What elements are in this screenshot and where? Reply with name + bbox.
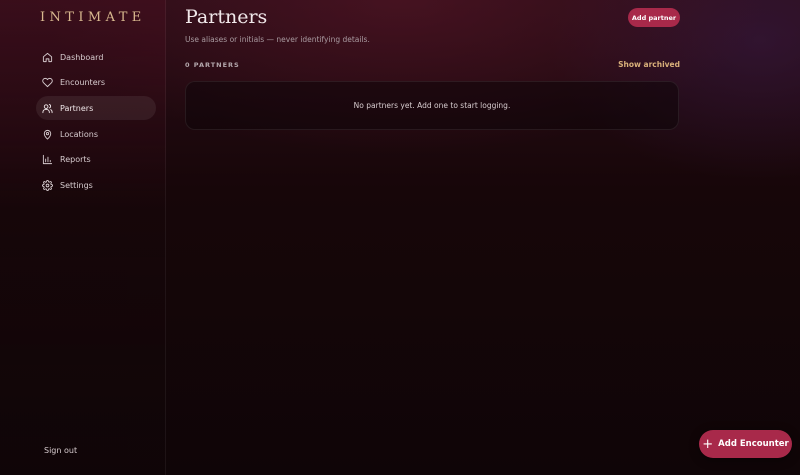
sidebar-item-dashboard[interactable]: Dashboard [36,45,156,69]
add-encounter-label: Add Encounter [718,439,789,449]
sidebar-nav: Dashboard Encounters Partners Locations … [36,45,156,199]
add-encounter-button[interactable]: + Add Encounter [699,430,792,458]
sidebar-item-encounters[interactable]: Encounters [36,71,156,95]
map-pin-icon [42,129,53,140]
sidebar-item-reports[interactable]: Reports [36,148,156,172]
home-icon [42,52,53,63]
brand-logo: INTIMATE [40,10,146,25]
gear-icon [42,179,53,191]
sidebar-item-label: Encounters [60,78,106,88]
partner-count: 0 PARTNERS [185,61,240,69]
sidebar: INTIMATE Dashboard Encounters Partners L… [0,0,166,475]
add-partner-button[interactable]: Add partner [628,8,680,27]
sidebar-item-label: Locations [60,129,99,139]
page-subtitle: Use aliases or initials — never identify… [185,35,370,44]
sidebar-item-label: Reports [60,155,91,165]
page-title: Partners [185,6,268,28]
sidebar-item-label: Partners [60,103,94,113]
sidebar-item-settings[interactable]: Settings [36,173,156,197]
empty-state-message: No partners yet. Add one to start loggin… [353,101,511,110]
sidebar-item-label: Settings [60,180,93,190]
heart-icon [42,77,53,88]
sidebar-item-label: Dashboard [60,52,104,62]
show-archived-link[interactable]: Show archived [618,60,680,69]
users-icon [42,103,53,114]
plus-icon: + [702,436,714,452]
bar-chart-icon [42,154,53,165]
empty-state-card: No partners yet. Add one to start loggin… [185,81,679,130]
sidebar-item-partners[interactable]: Partners [36,96,156,121]
sidebar-item-locations[interactable]: Locations [36,122,156,146]
sign-out-link[interactable]: Sign out [44,446,77,455]
